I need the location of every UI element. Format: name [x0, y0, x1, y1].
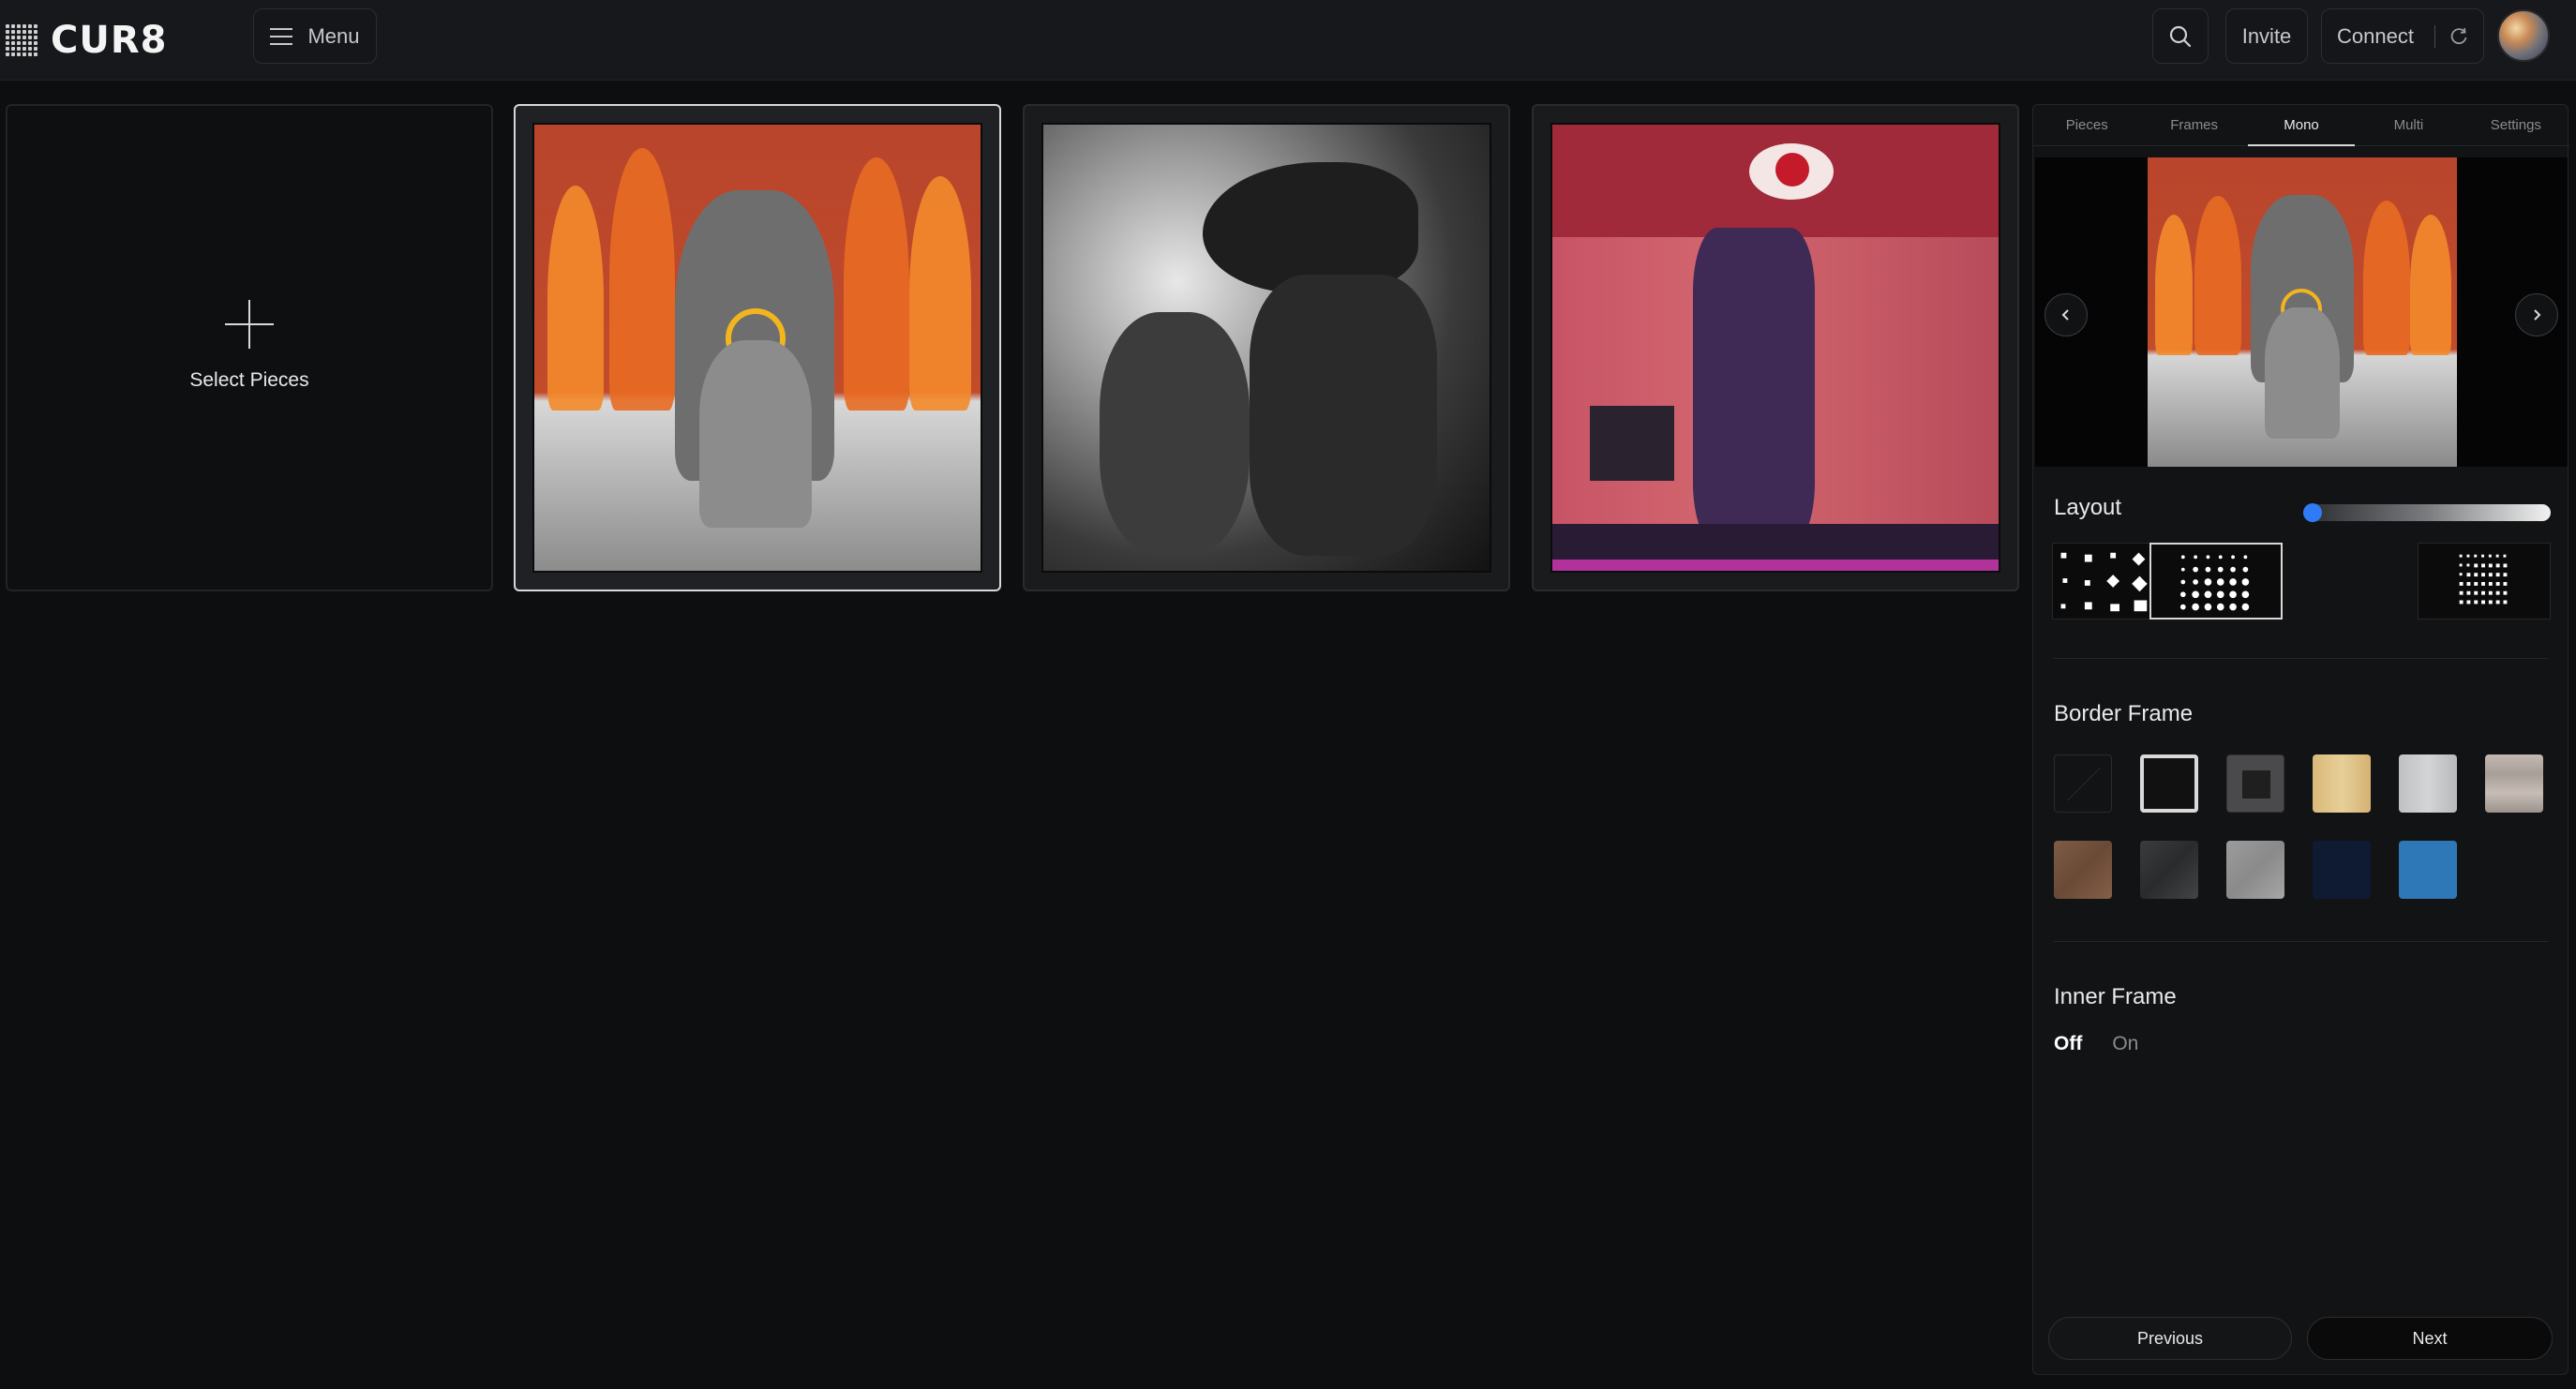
- preview-image: [2148, 157, 2457, 467]
- artwork-image-tree: [1550, 123, 2000, 573]
- logo[interactable]: CUR8: [6, 17, 167, 64]
- next-button[interactable]: Next: [2307, 1317, 2553, 1360]
- layout-option-grid[interactable]: [2149, 543, 2283, 620]
- inner-frame-title: Inner Frame: [2054, 984, 2177, 1009]
- settings-panel: Pieces Frames Mono Multi Settings Layout: [2032, 104, 2569, 1375]
- layout-slider[interactable]: [2303, 500, 2551, 522]
- artwork-tile[interactable]: [1532, 104, 2019, 591]
- tab-multi[interactable]: Multi: [2355, 105, 2462, 145]
- dense-grid-layout-icon: [2459, 554, 2508, 605]
- tab-mono[interactable]: Mono: [2247, 105, 2356, 146]
- menu-button[interactable]: Menu: [253, 8, 377, 64]
- border-swatch-blue[interactable]: [2399, 841, 2457, 899]
- avatar[interactable]: [2497, 9, 2550, 62]
- border-swatch-grey[interactable]: [2226, 841, 2284, 899]
- border-swatch-walnut[interactable]: [2054, 841, 2112, 899]
- section-divider: [2054, 941, 2549, 942]
- border-swatch-silver[interactable]: [2399, 754, 2457, 813]
- search-button[interactable]: [2152, 8, 2209, 64]
- tab-frames[interactable]: Frames: [2140, 105, 2247, 145]
- border-swatch-wood-light[interactable]: [2313, 754, 2371, 813]
- connect-separator: [2434, 24, 2435, 48]
- top-bar: CUR8 Menu Invite Connect: [0, 0, 2576, 81]
- select-pieces-tile[interactable]: Select Pieces: [6, 104, 493, 591]
- invite-button[interactable]: Invite: [2225, 8, 2308, 64]
- layout-option-dense[interactable]: [2418, 543, 2551, 620]
- tab-settings[interactable]: Settings: [2463, 105, 2569, 145]
- border-swatch-navy[interactable]: [2313, 841, 2371, 899]
- grid-layout-icon: [2179, 555, 2250, 611]
- inner-frame-toggle: Off On: [2054, 1033, 2138, 1055]
- section-divider: [2054, 658, 2549, 659]
- artwork-preview: [2035, 157, 2568, 467]
- border-swatch-weathered-wood[interactable]: [2485, 754, 2543, 813]
- previous-artwork-button[interactable]: [2044, 293, 2088, 336]
- search-icon: [2169, 25, 2192, 47]
- layout-title: Layout: [2054, 495, 2122, 520]
- connect-button[interactable]: Connect: [2321, 8, 2484, 64]
- artwork-tile[interactable]: [514, 104, 1001, 591]
- tab-pieces[interactable]: Pieces: [2033, 105, 2140, 145]
- artwork-image-demon: [532, 123, 982, 573]
- previous-button[interactable]: Previous: [2048, 1317, 2292, 1360]
- border-swatch-none[interactable]: [2054, 754, 2112, 813]
- select-pieces-label: Select Pieces: [189, 369, 309, 391]
- artwork-tile[interactable]: [1023, 104, 1510, 591]
- chevron-right-icon: [2534, 309, 2541, 321]
- plus-icon: [225, 300, 274, 349]
- refresh-icon[interactable]: [2449, 26, 2469, 47]
- invite-label: Invite: [2241, 23, 2292, 48]
- logo-grid-icon: [6, 24, 37, 56]
- border-swatch-white[interactable]: [2140, 754, 2198, 813]
- menu-label: Menu: [307, 23, 360, 48]
- slider-thumb[interactable]: [2303, 503, 2322, 522]
- border-frame-title: Border Frame: [2054, 701, 2194, 726]
- inner-frame-off-option[interactable]: Off: [2054, 1033, 2082, 1055]
- panel-tabs: Pieces Frames Mono Multi Settings: [2033, 105, 2569, 146]
- logo-text: CUR8: [51, 19, 168, 62]
- artwork-image-alien: [1041, 123, 1491, 573]
- next-artwork-button[interactable]: [2515, 293, 2558, 336]
- slider-track: [2303, 504, 2551, 521]
- chevron-left-icon: [2061, 309, 2069, 321]
- inner-frame-on-option[interactable]: On: [2112, 1033, 2138, 1055]
- hamburger-icon: [270, 27, 293, 45]
- border-swatch-charcoal[interactable]: [2226, 754, 2284, 813]
- connect-label: Connect: [2337, 23, 2414, 48]
- border-swatch-slate[interactable]: [2140, 841, 2198, 899]
